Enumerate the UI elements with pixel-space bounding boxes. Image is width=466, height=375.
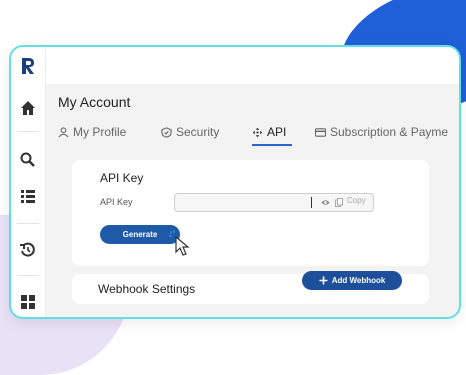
eye-icon[interactable] — [321, 198, 330, 207]
page-title: My Account — [58, 94, 131, 110]
api-key-input[interactable]: Copy — [174, 193, 374, 212]
tab-label: Subscription & Payme — [330, 125, 449, 139]
tab-label: API — [267, 125, 287, 139]
copy-icon[interactable] — [335, 198, 343, 207]
webhook-card: Webhook Settings Add Webhook — [72, 271, 429, 304]
text-cursor — [311, 197, 312, 208]
history-icon[interactable] — [19, 241, 37, 259]
api-key-field-label: API Key — [100, 197, 133, 207]
copy-button[interactable]: Copy — [347, 196, 366, 205]
webhook-title: Webhook Settings — [98, 282, 196, 296]
generate-button[interactable]: Generate — [100, 225, 180, 244]
api-move-icon — [252, 127, 263, 137]
sidebar-divider — [17, 275, 39, 276]
tab-my-profile[interactable]: My Profile — [58, 120, 126, 144]
plus-icon — [319, 276, 328, 285]
user-icon — [58, 126, 69, 137]
top-bar — [46, 47, 459, 84]
home-icon[interactable] — [19, 99, 37, 117]
sidebar-divider — [17, 131, 39, 132]
sidebar-divider — [17, 223, 39, 224]
mouse-cursor-icon — [169, 230, 190, 256]
main-content: My Account My Profile Security API Subsc… — [46, 84, 459, 317]
tab-security[interactable]: Security — [161, 120, 219, 144]
add-webhook-button[interactable]: Add Webhook — [302, 271, 402, 290]
tab-label: My Profile — [73, 125, 127, 139]
tab-api[interactable]: API — [252, 120, 293, 146]
logo-icon — [22, 58, 34, 74]
tab-subscription[interactable]: Subscription & Payme — [315, 120, 448, 144]
sidebar — [11, 47, 46, 317]
add-webhook-label: Add Webhook — [331, 276, 386, 285]
api-key-title: API Key — [100, 171, 144, 185]
tab-label: Security — [176, 125, 220, 139]
tab-bar: My Profile Security API Subscription & P… — [58, 120, 459, 146]
shield-icon — [161, 126, 172, 138]
search-icon[interactable] — [19, 151, 37, 169]
card-icon — [315, 127, 326, 137]
grid-icon[interactable] — [19, 293, 37, 311]
list-icon[interactable] — [19, 187, 37, 205]
api-key-card: API Key API Key Copy Generate — [72, 160, 429, 266]
app-window: My Account My Profile Security API Subsc… — [9, 45, 461, 319]
